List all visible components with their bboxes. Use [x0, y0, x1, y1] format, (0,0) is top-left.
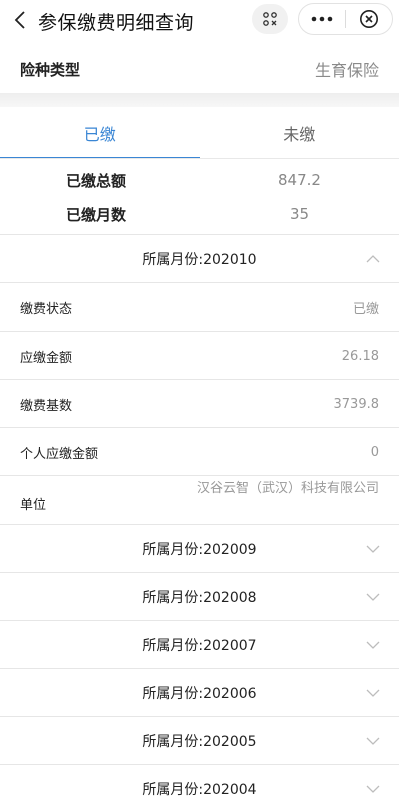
months-value: 35 [0, 205, 399, 223]
total-value: 847.2 [0, 171, 399, 189]
unit-label: 单位 [20, 494, 46, 513]
unit-value: 汉谷云智（武汉）科技有限公司 [159, 480, 379, 498]
summary-total-row: 已缴总额 847.2 [0, 166, 399, 194]
detail-row-personal: 个人应缴金额 0 [0, 428, 399, 476]
month-header-collapsed[interactable]: 所属月份:202009 [0, 525, 399, 572]
navigation-bar: 参保缴费明细查询 [0, 0, 399, 44]
detail-value: 已缴 [353, 298, 379, 317]
tab-paid[interactable]: 已缴 [0, 107, 200, 159]
month-header-collapsed[interactable]: 所属月份:202006 [0, 669, 399, 716]
detail-value: 3739.8 [334, 397, 380, 412]
month-label: 所属月份:202005 [142, 731, 256, 751]
tabs-divider [0, 158, 399, 159]
chevron-down-icon [365, 781, 381, 797]
detail-label: 个人应缴金额 [20, 443, 98, 462]
month-header-collapsed[interactable]: 所属月份:202005 [0, 717, 399, 764]
month-label: 所属月份:202010 [142, 249, 256, 269]
close-button[interactable] [346, 4, 392, 34]
payment-tabs: 已缴 未缴 [0, 107, 399, 159]
chevron-left-icon [13, 10, 27, 30]
chevron-down-icon [365, 541, 381, 557]
month-label: 所属月份:202007 [142, 635, 256, 655]
month-header-collapsed[interactable]: 所属月份:202004 [0, 765, 399, 812]
month-label: 所属月份:202004 [142, 779, 256, 799]
insurance-type-value: 生育保险 [315, 57, 379, 81]
section-gap [0, 93, 399, 107]
chevron-up-icon [365, 251, 381, 267]
detail-row-status: 缴费状态 已缴 [0, 283, 399, 331]
chevron-down-icon [365, 733, 381, 749]
detail-row-amount-due: 应缴金额 26.18 [0, 332, 399, 380]
detail-value: 26.18 [342, 349, 379, 364]
more-button[interactable] [299, 4, 345, 34]
detail-row-unit: 单位 汉谷云智（武汉）科技有限公司 [0, 476, 399, 524]
chevron-down-icon [365, 685, 381, 701]
month-header-collapsed[interactable]: 所属月份:202007 [0, 621, 399, 668]
month-label: 所属月份:202009 [142, 539, 256, 559]
summary-months-row: 已缴月数 35 [0, 200, 399, 228]
month-label: 所属月份:202006 [142, 683, 256, 703]
chevron-down-icon [365, 589, 381, 605]
insurance-type-row[interactable]: 险种类型 生育保险 [0, 46, 399, 92]
detail-label: 缴费状态 [20, 298, 72, 317]
detail-row-base: 缴费基数 3739.8 [0, 380, 399, 428]
month-header-expanded[interactable]: 所属月份:202010 [0, 235, 399, 282]
page-title: 参保缴费明细查询 [38, 8, 194, 35]
capsule-menu [298, 3, 393, 35]
detail-label: 缴费基数 [20, 395, 72, 414]
close-circle-icon [359, 9, 379, 29]
tab-unpaid[interactable]: 未缴 [200, 107, 399, 159]
month-label: 所属月份:202008 [142, 587, 256, 607]
back-button[interactable] [6, 6, 34, 34]
insurance-type-label: 险种类型 [20, 59, 80, 80]
chevron-down-icon [365, 637, 381, 653]
scan-icon [262, 11, 278, 27]
detail-label: 应缴金额 [20, 347, 72, 366]
more-dots-icon [311, 16, 333, 22]
scan-button[interactable] [252, 4, 288, 34]
detail-value: 0 [371, 445, 379, 460]
month-header-collapsed[interactable]: 所属月份:202008 [0, 573, 399, 620]
